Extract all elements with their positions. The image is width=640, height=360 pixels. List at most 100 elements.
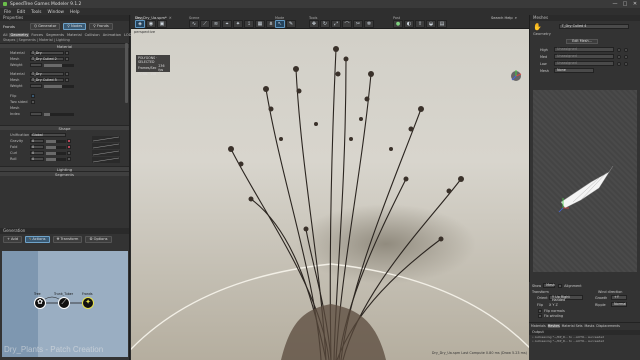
index-slider[interactable] — [44, 112, 74, 116]
fold-slider[interactable] — [46, 145, 66, 149]
roll-curve-button[interactable] — [67, 157, 71, 161]
transform-button[interactable]: ✥ Transform — [52, 236, 83, 243]
generator-toggle-button[interactable]: ⌬ Generator — [30, 23, 61, 30]
segments-section-header[interactable]: Segments — [0, 171, 129, 177]
weight-slider[interactable] — [44, 63, 74, 67]
lod-dropdown[interactable]: Unassigned — [554, 54, 614, 59]
node-trunk[interactable]: ⟋ — [58, 297, 70, 309]
tab-material-sets[interactable]: Material Sets — [562, 324, 583, 328]
scene-branch-button[interactable]: ⟋ — [200, 20, 210, 28]
scene-wind-button[interactable]: ≋ — [211, 20, 221, 28]
lod-browse-button[interactable] — [617, 54, 621, 59]
fold-field[interactable]: 0 — [30, 145, 44, 149]
tab-meshes[interactable]: Meshes — [547, 323, 560, 328]
lod-dropdown[interactable]: None — [554, 68, 594, 73]
post-light-button[interactable]: ● — [393, 20, 403, 28]
tab-collision[interactable]: Collision — [84, 33, 101, 37]
tool-scale-button[interactable]: ⤢ — [331, 20, 341, 28]
hand-icon[interactable]: ✋ — [533, 23, 542, 31]
weight-field[interactable] — [30, 63, 42, 67]
alignment-checkbox[interactable] — [558, 283, 563, 288]
weight-slider[interactable] — [44, 84, 74, 88]
node-tree[interactable]: ✿ — [34, 297, 46, 309]
fix-winding-checkbox[interactable] — [538, 313, 542, 318]
node-fronds[interactable]: ✦ — [82, 297, 94, 309]
orientation-gizmo[interactable] — [509, 69, 523, 83]
shape-curve-preview[interactable] — [92, 136, 120, 164]
lod-dropdown[interactable]: Unassigned — [554, 61, 614, 66]
add-button[interactable]: + Add — [3, 236, 22, 243]
ripple-dropdown[interactable]: Normal — [611, 302, 627, 307]
post-export-button[interactable]: ⇪ — [415, 20, 425, 28]
scene-fork-button[interactable]: ⟟ — [244, 20, 254, 28]
curl-field[interactable]: 0 — [30, 151, 44, 155]
tab-materials[interactable]: Materials — [531, 324, 546, 328]
scene-leaf-button[interactable]: ✦ — [233, 20, 243, 28]
lod-clear-button[interactable] — [624, 54, 628, 59]
view-perspective-button[interactable]: ◈ — [135, 20, 145, 28]
flip-checkbox[interactable] — [31, 94, 35, 98]
tab-material[interactable]: Material — [66, 33, 83, 37]
3d-viewport[interactable]: perspective — [131, 29, 529, 360]
lod-browse-button[interactable] — [617, 61, 621, 66]
menu-edit[interactable]: Edit — [17, 9, 25, 14]
mesh-pick-button[interactable] — [65, 78, 69, 82]
tool-prune-button[interactable]: ✂ — [353, 20, 363, 28]
weight-field[interactable] — [30, 84, 42, 88]
two-sided-checkbox[interactable] — [31, 100, 35, 104]
tool-bend-button[interactable]: ⌒ — [342, 20, 352, 28]
tab-masks[interactable]: Masks — [585, 324, 595, 328]
tool-freeze-button[interactable]: ❄ — [364, 20, 374, 28]
flip-axes-checkboxes[interactable]: X Y Z — [549, 303, 583, 307]
scene-node-button[interactable]: ⌖ — [222, 20, 232, 28]
index-field[interactable] — [30, 112, 42, 116]
menu-window[interactable]: Window — [47, 9, 64, 14]
gravity-field[interactable]: 0 — [30, 139, 44, 143]
generator-graph[interactable]: ✿ ⟋ ✦ Tree Trunk_Tuber Fronds — [2, 251, 128, 357]
post-render-button[interactable]: ◐ — [404, 20, 414, 28]
view-frame-button[interactable]: ▣ — [157, 20, 167, 28]
scene-grid-button[interactable]: ▦ — [255, 20, 265, 28]
material-field[interactable]: T_Dry — [30, 51, 64, 55]
minimize-button[interactable]: — — [610, 0, 620, 8]
maximize-button[interactable]: □ — [620, 0, 630, 8]
lod-browse-button[interactable] — [617, 47, 621, 52]
lod-clear-button[interactable] — [624, 47, 628, 52]
unification-dropdown[interactable]: Global — [30, 133, 66, 137]
tab-animation[interactable]: Animation — [102, 33, 122, 37]
curl-slider[interactable] — [46, 151, 66, 155]
roll-field[interactable]: 0 — [30, 157, 44, 161]
gravity-slider[interactable] — [46, 139, 66, 143]
lod-dropdown[interactable]: Unassigned — [554, 47, 614, 52]
mesh-field[interactable]: T_Dry Culled 5 — [30, 78, 64, 82]
post-stats-button[interactable]: ▤ — [437, 20, 447, 28]
tab-forces[interactable]: Forces — [30, 33, 44, 37]
mesh-field[interactable]: T_Dry Culled 2 — [30, 57, 64, 61]
mode-paint-button[interactable]: ✎ — [286, 20, 296, 28]
orient-dropdown[interactable]: Y Up Right Handed — [549, 295, 583, 302]
tab-segments[interactable]: Segments — [45, 33, 65, 37]
doc-tab-close-button[interactable]: ✕ — [169, 16, 172, 20]
fronds-toggle-button[interactable]: ⚲ Fronds — [89, 23, 113, 30]
actions-button[interactable]: ϟ Actions — [24, 236, 50, 243]
fold-curve-button[interactable] — [67, 145, 71, 149]
tab-all[interactable]: All — [2, 33, 8, 37]
tool-rotate-button[interactable]: ↻ — [320, 20, 330, 28]
tool-move-button[interactable]: ✥ — [309, 20, 319, 28]
gravity-curve-button[interactable] — [67, 139, 71, 143]
close-button[interactable]: ✕ — [630, 0, 640, 8]
post-lod-button[interactable]: ◒ — [426, 20, 436, 28]
material-field[interactable]: T_Dry — [30, 72, 64, 76]
mesh-pick-button[interactable] — [65, 57, 69, 61]
tab-displacements[interactable]: Displacements — [596, 324, 620, 328]
view-camera-button[interactable]: ◉ — [146, 20, 156, 28]
search-help[interactable]: Search Help ⌕ — [491, 15, 517, 20]
material-pick-button[interactable] — [65, 51, 69, 55]
nodes-toggle-button[interactable]: ⚲ Nodes — [63, 23, 87, 30]
mesh-preview[interactable] — [533, 90, 637, 272]
tab-geometry[interactable]: Geometry — [9, 33, 30, 37]
growth-dropdown[interactable]: +Y — [611, 295, 627, 300]
material-pick-button[interactable] — [65, 72, 69, 76]
menu-help[interactable]: Help — [70, 9, 80, 14]
menu-tools[interactable]: Tools — [31, 9, 41, 14]
